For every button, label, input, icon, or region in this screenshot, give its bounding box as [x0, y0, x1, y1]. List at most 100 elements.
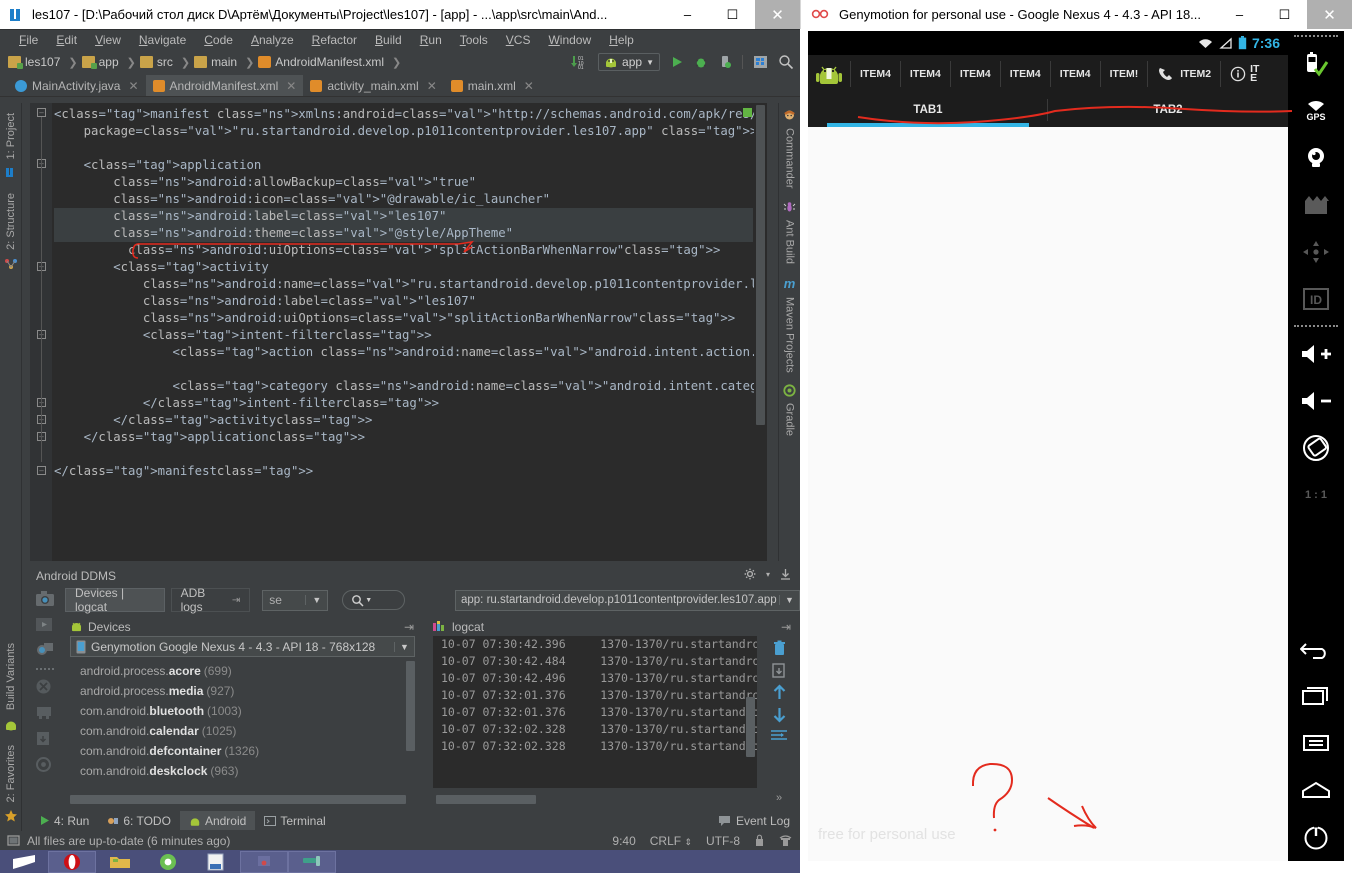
- back-icon[interactable]: [1288, 626, 1344, 673]
- menu-item-run[interactable]: Run: [411, 31, 451, 49]
- menu-item-navigate[interactable]: Navigate: [130, 31, 195, 49]
- battery-icon[interactable]: [1288, 40, 1344, 87]
- menu-item-refactor[interactable]: Refactor: [303, 31, 366, 49]
- app-logo-icon[interactable]: [808, 59, 850, 89]
- breadcrumb-item-main[interactable]: main ❯: [194, 55, 258, 69]
- tool-tab-build-variants[interactable]: Build Variants: [5, 639, 17, 714]
- chevron-down-icon[interactable]: ▾: [766, 570, 770, 579]
- line-separator[interactable]: CRLF ⇕: [650, 834, 692, 848]
- process-list-item[interactable]: android.process. acore (699): [70, 661, 415, 681]
- file-explorer-icon[interactable]: [35, 704, 55, 722]
- opera-icon[interactable]: [48, 850, 96, 873]
- stop-process-icon[interactable]: [35, 678, 55, 696]
- dump-hprof-icon[interactable]: [35, 730, 55, 748]
- camera-icon[interactable]: [1288, 134, 1344, 181]
- app-filter-combo[interactable]: app: ru.startandroid.develop.p1011conten…: [455, 589, 800, 611]
- idea-minimize-button[interactable]: –: [665, 0, 710, 29]
- lock-icon[interactable]: [754, 834, 765, 847]
- chrome-icon[interactable]: [144, 851, 192, 873]
- code-editor[interactable]: – – – – – – – – <class="tag">manifest cl…: [30, 103, 767, 561]
- action-bar-item-7[interactable]: IT E: [1220, 61, 1268, 87]
- tool-tab-favorites[interactable]: 2: Favorites: [5, 741, 17, 806]
- logcat-search-field[interactable]: ▼: [342, 590, 405, 610]
- volume-down-icon[interactable]: [1288, 377, 1344, 424]
- menu-item-code[interactable]: Code: [195, 31, 242, 49]
- idea-close-button[interactable]: ✕: [755, 0, 800, 29]
- geny-close-button[interactable]: ✕: [1307, 0, 1352, 29]
- editor-tab-main-xml[interactable]: main.xml ✕: [444, 75, 541, 96]
- search-icon[interactable]: [778, 54, 794, 70]
- tool-tab-gradle[interactable]: Gradle: [784, 399, 796, 440]
- bottom-tool-button-4--run[interactable]: 4: Run: [30, 811, 98, 830]
- volume-up-icon[interactable]: [1288, 330, 1344, 377]
- menu-item-file[interactable]: File: [10, 31, 47, 49]
- close-icon[interactable]: ✕: [286, 79, 296, 93]
- editor-tab-activity_main-xml[interactable]: activity_main.xml ✕: [303, 75, 443, 96]
- menu-item-help[interactable]: Help: [600, 31, 643, 49]
- dump-view-hierarchy-icon[interactable]: [35, 642, 55, 660]
- start-method-profiling-icon[interactable]: [35, 756, 55, 774]
- avd-manager-icon[interactable]: [753, 55, 768, 69]
- action-bar-item-4[interactable]: ITEM4: [1049, 61, 1100, 87]
- menu-item-vcs[interactable]: VCS: [497, 31, 540, 49]
- breadcrumb-item-les107[interactable]: les107 ❯: [8, 55, 82, 69]
- process-list[interactable]: android.process. acore (699) android.proces…: [70, 661, 415, 790]
- attach-debugger-icon[interactable]: [718, 55, 732, 69]
- breadcrumb-item-src[interactable]: src ❯: [139, 55, 194, 69]
- recents-icon[interactable]: [1288, 673, 1344, 720]
- app-icon[interactable]: [240, 850, 288, 873]
- device-selector[interactable]: Genymotion Google Nexus 4 - 4.3 - API 18…: [70, 636, 415, 657]
- geny-maximize-button[interactable]: ☐: [1262, 0, 1307, 29]
- device-screen[interactable]: 7:36 ITEM4 ITEM4 ITEM4 ITEM4 ITEM4 ITEM!…: [808, 31, 1288, 861]
- export-icon[interactable]: [771, 662, 788, 679]
- tab-adb-logs[interactable]: ADB logs ⇥: [170, 586, 251, 614]
- hide-pane-icon[interactable]: ⇥: [404, 620, 414, 634]
- tool-tab-maven-projects[interactable]: Maven Projects: [784, 293, 796, 377]
- tab-devices-logcat[interactable]: Devices | logcat: [65, 586, 165, 614]
- scale-1to1-icon[interactable]: 1 : 1: [1288, 471, 1344, 518]
- bottom-tool-button-android[interactable]: Android: [179, 811, 256, 830]
- encoding[interactable]: UTF-8: [706, 834, 740, 848]
- arrow-down-icon[interactable]: [771, 706, 788, 723]
- arrow-up-icon[interactable]: [771, 684, 788, 701]
- hide-panel-icon[interactable]: [779, 568, 792, 581]
- menu-item-tools[interactable]: Tools: [451, 31, 497, 49]
- event-log-button[interactable]: Event Log: [718, 814, 800, 828]
- power-icon[interactable]: [1288, 814, 1344, 861]
- process-list-item[interactable]: com.android. bluetooth (1003): [70, 701, 415, 721]
- run-button-icon[interactable]: [670, 55, 684, 69]
- bottom-tool-button-6--todo[interactable]: 6: TODO: [98, 811, 180, 830]
- editor-tab-mainactivity-java[interactable]: MainActivity.java ✕: [8, 75, 146, 96]
- process-list-item[interactable]: com.android. defcontainer (1326): [70, 741, 415, 761]
- menu-item-view[interactable]: View: [86, 31, 130, 49]
- process-list-hscrollbar[interactable]: [70, 795, 406, 804]
- breadcrumb-item-androidmanifest-xml[interactable]: AndroidManifest.xml ❯: [258, 55, 405, 69]
- logcat-vertical-scrollbar[interactable]: [746, 697, 755, 757]
- home-icon[interactable]: [1288, 767, 1344, 814]
- debug-button-icon[interactable]: [694, 55, 708, 69]
- hide-pane-icon[interactable]: ⇥: [781, 620, 791, 634]
- settings-gear-icon[interactable]: [744, 568, 757, 581]
- action-bar-item-2[interactable]: ITEM4: [949, 61, 1000, 87]
- wrap-lines-icon[interactable]: [770, 728, 788, 744]
- process-list-item[interactable]: android.process. media (927): [70, 681, 415, 701]
- caret-position[interactable]: 9:40: [612, 834, 635, 848]
- action-bar-item-1[interactable]: ITEM4: [899, 61, 950, 87]
- logcat-horizontal-scrollbar[interactable]: [436, 795, 536, 804]
- fold-marker[interactable]: –: [37, 108, 46, 117]
- menu-item-build[interactable]: Build: [366, 31, 411, 49]
- close-icon[interactable]: ✕: [128, 79, 138, 93]
- menu-item-analyze[interactable]: Analyze: [242, 31, 303, 49]
- menu-item-window[interactable]: Window: [539, 31, 600, 49]
- sync-icon[interactable]: 01 10 01: [570, 54, 588, 70]
- explorer-icon[interactable]: [96, 851, 144, 873]
- trash-icon[interactable]: [771, 640, 788, 657]
- logcat-output[interactable]: 10-07 07:30:42.396 1370-1370/ru.startand…: [433, 636, 757, 788]
- menu-icon[interactable]: [1288, 720, 1344, 767]
- app2-icon[interactable]: [288, 850, 336, 873]
- tool-tab-ant-build[interactable]: Ant Build: [784, 216, 796, 268]
- process-list-scrollbar[interactable]: [406, 661, 415, 751]
- start-icon[interactable]: [0, 851, 48, 873]
- action-bar-item-3[interactable]: ITEM4: [999, 61, 1050, 87]
- editor-code-text[interactable]: <class="tag">manifest class="ns">xmlns:a…: [54, 103, 767, 561]
